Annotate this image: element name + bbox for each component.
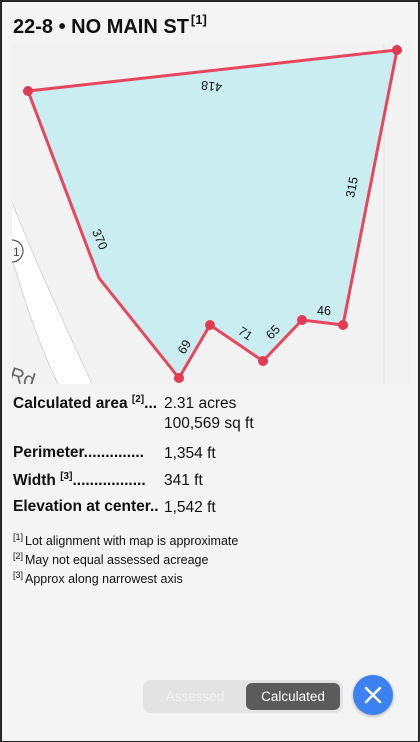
map-marker-label: 1	[13, 245, 20, 259]
stat-label: Elevation at center..	[13, 498, 159, 516]
stat-label-text: Width	[13, 472, 56, 489]
stat-value: 2.31 acres 100,569 sq ft	[164, 394, 254, 434]
stat-leader-dots: ...	[144, 395, 158, 412]
stat-width: Width [3]................. 341 ft	[13, 468, 413, 495]
stat-label: Perimeter..............	[13, 444, 144, 462]
edge-label-418: 418	[200, 78, 222, 94]
stat-value-acres: 2.31 acres	[164, 395, 237, 412]
stat-value: 1,354 ft	[164, 445, 216, 462]
parcel-details-panel: 22-8 • NO MAIN ST [1] 1 Rd 418 315 370 6…	[1, 1, 419, 742]
stat-leader-dots: .................	[72, 472, 146, 489]
footnote-text: Lot alignment with map is approximate	[25, 534, 239, 548]
toggle-calculated[interactable]: Calculated	[246, 683, 340, 710]
area-source-toggle: Assessed Calculated	[143, 680, 343, 713]
edge-label-46: 46	[317, 304, 331, 318]
parcel-map[interactable]: 1 Rd 418 315 370 69 71 65 46	[12, 44, 410, 384]
parcel-vertex	[174, 373, 184, 383]
stat-label: Calculated area [2]...	[13, 394, 157, 413]
footnote-item: [3] Approx along narrowest axis	[13, 568, 238, 587]
stat-label-text: Calculated area	[13, 395, 128, 412]
stat-elevation: Elevation at center.. 1,542 ft	[13, 495, 413, 522]
stat-perimeter: Perimeter.............. 1,354 ft	[13, 441, 413, 468]
parcel-title-footnote: [1]	[190, 12, 207, 27]
footnote-item: [2] May not equal assessed acreage	[13, 549, 238, 568]
parcel-vertex	[297, 315, 307, 325]
footnote-item: [1] Lot alignment with map is approximate	[13, 530, 238, 549]
parcel-vertex	[258, 356, 268, 366]
stat-value-sqft: 100,569 sq ft	[164, 415, 254, 432]
close-icon	[364, 686, 382, 704]
footnote-mark: [2]	[13, 551, 24, 561]
footnote-text: May not equal assessed acreage	[25, 553, 209, 567]
footnotes: [1] Lot alignment with map is approximate…	[13, 530, 238, 587]
parcel-map-canvas: 1 Rd 418 315 370 69 71 65 46	[12, 44, 410, 384]
close-button[interactable]	[353, 675, 393, 715]
parcel-stats: Calculated area [2]... 2.31 acres 100,569…	[13, 391, 413, 522]
parcel-vertex	[23, 86, 33, 96]
stat-calculated-area: Calculated area [2]... 2.31 acres 100,569…	[13, 391, 413, 441]
parcel-title: 22-8 • NO MAIN ST [1]	[13, 12, 207, 39]
footnote-text: Approx along narrowest axis	[25, 572, 183, 586]
stat-label: Width [3].................	[13, 471, 146, 490]
footnote-mark: [3]	[13, 570, 24, 580]
parcel-vertex	[205, 320, 215, 330]
stat-value: 341 ft	[164, 472, 203, 489]
stat-label-text: Elevation at center	[13, 498, 150, 515]
footnote-mark: [1]	[13, 532, 24, 542]
parcel-vertex	[338, 320, 348, 330]
stat-leader-dots: ..............	[83, 444, 144, 461]
stat-value: 1,542 ft	[164, 499, 216, 516]
stat-footnote: [2]	[131, 394, 145, 405]
toggle-assessed[interactable]: Assessed	[147, 683, 243, 710]
stat-leader-dots: ..	[149, 498, 159, 515]
stat-label-text: Perimeter	[13, 444, 84, 461]
parcel-vertex	[392, 45, 402, 55]
parcel-title-text: 22-8 • NO MAIN ST	[13, 16, 189, 38]
stat-footnote: [3]	[60, 471, 73, 482]
